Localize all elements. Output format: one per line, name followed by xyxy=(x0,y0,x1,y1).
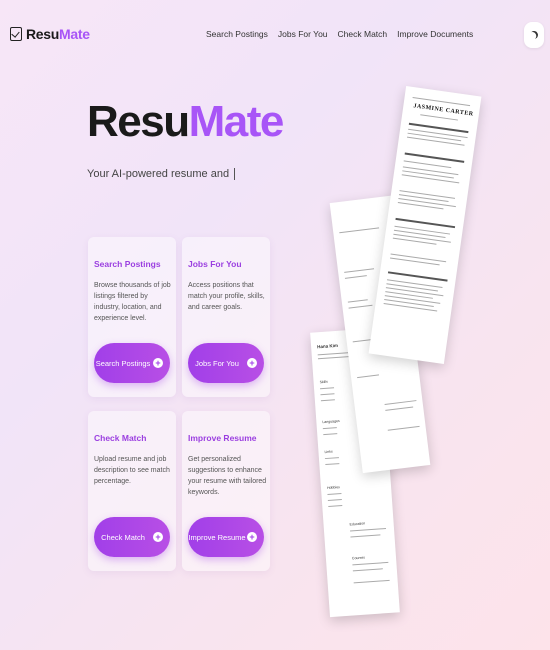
plus-circle-icon: + xyxy=(153,358,163,368)
improve-resume-button[interactable]: Improve Resume + xyxy=(188,517,264,557)
checkbox-logo-icon xyxy=(10,27,22,41)
button-label: Jobs For You xyxy=(195,358,239,368)
search-postings-button[interactable]: Search Postings + xyxy=(94,343,170,383)
resume-preview-front: JASMINE CARTER xyxy=(368,86,482,364)
hero-title: ResuMate xyxy=(87,97,285,146)
nav-check-match[interactable]: Check Match xyxy=(338,29,388,39)
button-label: Check Match xyxy=(101,532,145,542)
card-search-postings: Search Postings Browse thousands of job … xyxy=(88,237,176,397)
card-title: Check Match xyxy=(94,433,147,443)
moon-icon xyxy=(529,30,540,41)
top-bar: ResuMate Search Postings Jobs For You Ch… xyxy=(0,0,550,68)
logo-text-part2: Mate xyxy=(59,26,90,42)
hero-title-part2: Mate xyxy=(188,97,285,146)
nav-search-postings[interactable]: Search Postings xyxy=(206,29,268,39)
card-title: Search Postings xyxy=(94,259,161,269)
card-improve-resume: Improve Resume Get personalized suggesti… xyxy=(182,411,270,571)
check-match-button[interactable]: Check Match + xyxy=(94,517,170,557)
text-cursor xyxy=(234,168,236,181)
card-description: Upload resume and job description to see… xyxy=(94,456,170,485)
logo[interactable]: ResuMate xyxy=(10,26,90,42)
jobs-for-you-button[interactable]: Jobs For You + xyxy=(188,343,264,383)
hero-subtitle-text: Your AI-powered resume and xyxy=(87,168,230,180)
plus-circle-icon: + xyxy=(153,532,163,542)
main-nav: Search Postings Jobs For You Check Match… xyxy=(206,29,473,39)
resume-section: Courses xyxy=(351,555,366,561)
resume-section: Links xyxy=(324,449,333,455)
resume-section: Languages xyxy=(322,418,340,425)
card-description: Browse thousands of job listings filtere… xyxy=(94,282,171,322)
card-check-match: Check Match Upload resume and job descri… xyxy=(88,411,176,571)
resume-section: Hobbies xyxy=(326,485,340,490)
plus-circle-icon: + xyxy=(247,358,257,368)
card-jobs-for-you: Jobs For You Access positions that match… xyxy=(182,237,270,397)
resume-section: Skills xyxy=(319,379,328,385)
nav-improve-documents[interactable]: Improve Documents xyxy=(397,29,473,39)
card-description: Get personalized suggestions to enhance … xyxy=(188,456,267,496)
resume-name: Hana Kim xyxy=(316,342,339,350)
nav-jobs-for-you[interactable]: Jobs For You xyxy=(278,29,328,39)
card-title: Improve Resume xyxy=(188,433,257,443)
theme-toggle-button[interactable] xyxy=(524,22,544,48)
plus-circle-icon: + xyxy=(247,532,257,542)
button-label: Improve Resume xyxy=(188,532,246,542)
hero-subtitle: Your AI-powered resume and xyxy=(87,168,236,181)
button-label: Search Postings xyxy=(95,358,151,368)
card-description: Access positions that match your profile… xyxy=(188,282,265,311)
logo-text-part1: Resu xyxy=(26,26,60,42)
card-title: Jobs For You xyxy=(188,259,242,269)
hero-title-part1: Resu xyxy=(87,97,190,146)
resume-section: Education xyxy=(349,521,366,527)
logo-text: ResuMate xyxy=(26,26,90,42)
